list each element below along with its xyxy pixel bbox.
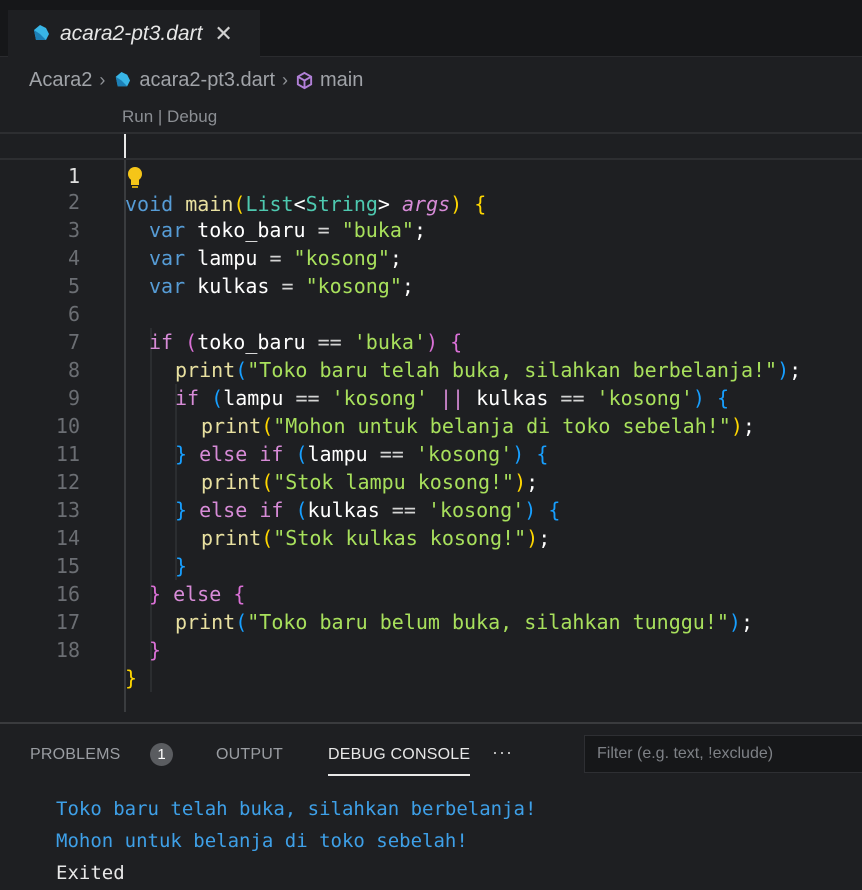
breadcrumb: Acara2 › acara2-pt3.dart › main bbox=[0, 58, 862, 102]
code-line: 13 print("Stok kulkas kosong!"); bbox=[0, 468, 862, 550]
bottom-panel: PROBLEMS 1 OUTPUT DEBUG CONSOLE ··· Filt… bbox=[0, 722, 862, 890]
chevron-right-icon: › bbox=[282, 69, 289, 90]
more-actions-icon[interactable]: ··· bbox=[492, 742, 513, 763]
code-line: 17 } bbox=[0, 580, 862, 662]
breadcrumb-file[interactable]: acara2-pt3.dart bbox=[139, 69, 275, 92]
code-line: 12 } else if (kulkas == 'kosong') { bbox=[0, 440, 862, 522]
console-exited-line: Exited bbox=[56, 862, 125, 884]
code-line: 16 print("Toko baru belum buka, silahkan… bbox=[0, 552, 862, 634]
method-cube-icon bbox=[296, 71, 313, 89]
panel-tabs: PROBLEMS 1 OUTPUT DEBUG CONSOLE ··· Filt… bbox=[0, 724, 862, 780]
code-line: 18 } bbox=[0, 608, 862, 690]
dart-icon bbox=[34, 25, 49, 40]
code-line: 1 void main(List<String> args) { bbox=[0, 132, 862, 216]
editor-tab-bar: acara2-pt3.dart ✕ bbox=[0, 0, 862, 57]
code-line: 9 print("Mohon untuk belanja di toko seb… bbox=[0, 356, 862, 438]
codelens-run-debug[interactable]: Run | Debug bbox=[122, 107, 217, 127]
console-output-line: Toko baru telah buka, silahkan berbelanj… bbox=[56, 798, 537, 820]
code-line: 6 if (toko_baru == 'buka') { bbox=[0, 272, 862, 354]
code-line: 4 var kulkas = "kosong"; bbox=[0, 216, 862, 298]
code-line: 2 var toko_baru = "buka"; bbox=[0, 160, 862, 242]
close-icon[interactable]: ✕ bbox=[214, 23, 232, 45]
code-line: 15 } else { bbox=[0, 524, 862, 606]
line-code: } bbox=[149, 638, 162, 662]
code-line: 14 } bbox=[0, 496, 862, 578]
code-line: 3 var lampu = "kosong"; bbox=[0, 188, 862, 270]
code-line: 7 print("Toko baru telah buka, silahkan … bbox=[0, 300, 862, 382]
tab-acara2-pt3-dart[interactable]: acara2-pt3.dart ✕ bbox=[8, 10, 260, 57]
console-output-line: Mohon untuk belanja di toko sebelah! bbox=[56, 830, 468, 852]
tab-problems[interactable]: PROBLEMS bbox=[30, 746, 121, 764]
breadcrumb-symbol[interactable]: main bbox=[320, 69, 363, 92]
filter-input[interactable]: Filter (e.g. text, !exclude) bbox=[584, 735, 862, 773]
code-line: 11 print("Stok lampu kosong!"); bbox=[0, 412, 862, 494]
code-editor[interactable]: Run | Debug 1 void main(List<String> arg… bbox=[0, 104, 862, 722]
line-number: 18 bbox=[55, 638, 80, 662]
chevron-right-icon: › bbox=[99, 69, 106, 90]
code-line: 10 } else if (lampu == 'kosong') { bbox=[0, 384, 862, 466]
breadcrumb-folder[interactable]: Acara2 bbox=[29, 69, 92, 92]
code-line: 8 if (lampu == 'kosong' || kulkas == 'ko… bbox=[0, 328, 862, 410]
line-code: } bbox=[125, 666, 138, 690]
tab-output[interactable]: OUTPUT bbox=[216, 746, 283, 764]
dart-icon bbox=[116, 71, 131, 86]
tab-debug-console[interactable]: DEBUG CONSOLE bbox=[328, 746, 471, 776]
code-line: 5 bbox=[0, 244, 862, 298]
problems-count-badge: 1 bbox=[150, 743, 173, 766]
tab-label: acara2-pt3.dart bbox=[60, 22, 203, 45]
